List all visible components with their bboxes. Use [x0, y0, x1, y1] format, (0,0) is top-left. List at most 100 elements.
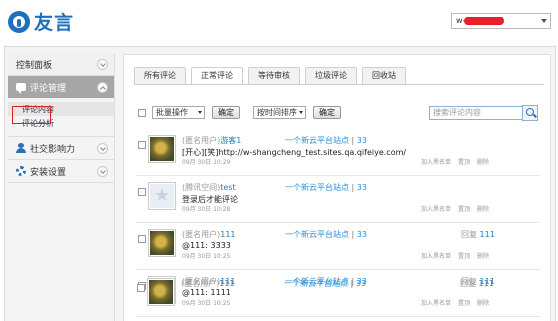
site-link[interactable]: 一个新云平台站点: [285, 230, 349, 239]
divider: [136, 175, 540, 176]
reply-info: 回复 111: [461, 230, 495, 239]
tab-all[interactable]: 所有评论: [134, 67, 186, 85]
site-count[interactable]: 33: [356, 279, 366, 288]
comment-date: 09月 30日 10:28: [182, 206, 231, 213]
divider: [134, 84, 544, 85]
avatar[interactable]: ★: [148, 182, 176, 210]
logo-text: 友言: [34, 12, 75, 34]
comment-row: (匿名用户)游客1 一个新云平台站点 | 33 [开心][笑]http://w-…: [136, 135, 540, 175]
logo-icon: [8, 10, 30, 33]
comment-author: (腾讯空间)test: [182, 183, 236, 192]
comment-checkbox[interactable]: [137, 284, 145, 292]
bulk-action-value: 批量操作: [156, 108, 188, 117]
select-all-checkbox[interactable]: [138, 109, 146, 117]
highlight-box: [12, 106, 51, 124]
tab-trash[interactable]: 回收站: [362, 67, 406, 85]
reply-link[interactable]: 111: [479, 279, 494, 288]
comment-date: 09月 30日 10:29: [182, 159, 231, 166]
comment-site: 一个新云平台站点 | 33: [285, 136, 367, 145]
author-link[interactable]: 111: [219, 279, 234, 288]
tab-bar: 所有评论 正常评论 等待审核 垃圾评论 回收站: [134, 67, 411, 85]
site-count[interactable]: 33: [357, 230, 367, 239]
comment-actions: 加入黑名单 置顶 删除: [421, 251, 496, 260]
divider: [8, 182, 114, 183]
sidebar-group-label: 安装设置: [30, 167, 67, 178]
comment-row: ★ (腾讯空间)test 一个新云平台站点 | 33 登录后才能评论 09月 3…: [136, 182, 540, 222]
sort-confirm-button[interactable]: 确定: [313, 106, 341, 119]
search-input[interactable]: 搜索评论内容: [429, 106, 524, 120]
chevron-down-icon[interactable]: [97, 142, 108, 154]
divider: [136, 269, 540, 270]
sidebar-group-settings[interactable]: 安装设置: [8, 160, 114, 182]
blacklist-link[interactable]: 加入黑名单: [421, 206, 451, 213]
pin-link[interactable]: 置顶: [458, 253, 470, 260]
sidebar-group-social[interactable]: 社交影响力: [8, 137, 114, 159]
star-icon: ★: [150, 184, 174, 208]
sidebar-title: 控制面板: [16, 61, 53, 71]
delete-link[interactable]: 删除: [477, 253, 489, 260]
author-link[interactable]: test: [220, 183, 235, 192]
sidebar: 控制面板 评论管理 评论内容 评论分析 社交影响力 安装设置: [8, 54, 115, 321]
comment-site: 一个新云平台站点 | 33: [285, 183, 367, 192]
pin-link[interactable]: 置顶: [458, 159, 470, 166]
sort-value: 按时间排序: [257, 108, 297, 117]
comment-site: 一个新云平台站点 | 33: [284, 279, 366, 288]
comment-icon: [16, 83, 26, 94]
site-link[interactable]: 一个新云平台站点: [285, 136, 349, 145]
comment-row: (匿名用户)111 一个新云平台站点 | 33 回复 111 @111: 333…: [136, 229, 540, 269]
search-icon[interactable]: [522, 105, 538, 121]
comment-site: 一个新云平台站点 | 33: [285, 230, 367, 239]
sidebar-group-label: 评论管理: [30, 83, 67, 94]
sort-select[interactable]: 按时间排序: [253, 106, 306, 119]
chevron-down-icon[interactable]: [97, 165, 108, 177]
comment-checkbox[interactable]: [138, 235, 146, 243]
delete-link[interactable]: 删除: [477, 206, 489, 213]
tab-spam[interactable]: 垃圾评论: [305, 67, 357, 85]
gear-icon: [16, 166, 26, 176]
comment-date: 09月 30日 10:25: [182, 253, 231, 260]
bulk-action-select[interactable]: 批量操作: [152, 106, 205, 119]
comment-text: @111: 3333: [182, 241, 231, 250]
comment-row: (匿名用户)111 一个新云平台站点 | 33 回复 111: [135, 278, 539, 321]
toolbar: 批量操作 确定 按时间排序 确定 搜索评论内容: [136, 105, 540, 121]
divider: [136, 222, 540, 223]
comment-author: (匿名用户)111: [181, 279, 235, 288]
chevron-down-icon[interactable]: [97, 59, 108, 70]
site-link[interactable]: 一个新云平台站点: [285, 183, 349, 192]
sidebar-header[interactable]: 控制面板: [8, 54, 114, 76]
sidebar-group-label: 社交影响力: [30, 144, 76, 155]
site-link[interactable]: 一个新云平台站点: [284, 279, 348, 288]
chevron-up-icon[interactable]: [97, 81, 108, 93]
chevron-down-icon: [541, 19, 547, 23]
avatar[interactable]: [148, 229, 176, 257]
site-count[interactable]: 33: [357, 183, 367, 192]
comment-actions: 加入黑名单 置顶 删除: [421, 157, 496, 166]
comment-author: (匿名用户)111: [182, 230, 236, 239]
avatar[interactable]: [148, 135, 176, 163]
reply-info: 回复 111: [460, 279, 494, 288]
sidebar-group-comments[interactable]: 评论管理: [8, 76, 114, 98]
redaction-mark: [464, 17, 504, 25]
site-count[interactable]: 33: [357, 136, 367, 145]
blacklist-link[interactable]: 加入黑名单: [421, 253, 451, 260]
chevron-down-icon: [299, 111, 303, 114]
delete-link[interactable]: 删除: [477, 159, 489, 166]
tab-normal[interactable]: 正常评论: [191, 67, 243, 85]
comment-author: (匿名用户)游客1: [182, 136, 242, 145]
user-icon: [16, 143, 26, 153]
tab-pending[interactable]: 等待审核: [248, 67, 300, 85]
bulk-confirm-button[interactable]: 确定: [212, 106, 240, 119]
comment-actions: 加入黑名单 置顶 删除: [421, 204, 496, 213]
top-bar: 友言 w-36706-69: [0, 0, 558, 48]
pin-link[interactable]: 置顶: [458, 206, 470, 213]
comment-checkbox[interactable]: [138, 141, 146, 149]
comment-checkbox[interactable]: [138, 188, 146, 196]
logo[interactable]: 友言: [8, 8, 74, 35]
reply-link[interactable]: 111: [480, 230, 495, 239]
avatar[interactable]: [147, 278, 175, 306]
author-link[interactable]: 游客1: [220, 136, 241, 145]
chevron-down-icon: [198, 111, 202, 114]
blacklist-link[interactable]: 加入黑名单: [421, 159, 451, 166]
author-link[interactable]: 111: [220, 230, 235, 239]
site-select[interactable]: w-36706-69: [451, 13, 551, 29]
